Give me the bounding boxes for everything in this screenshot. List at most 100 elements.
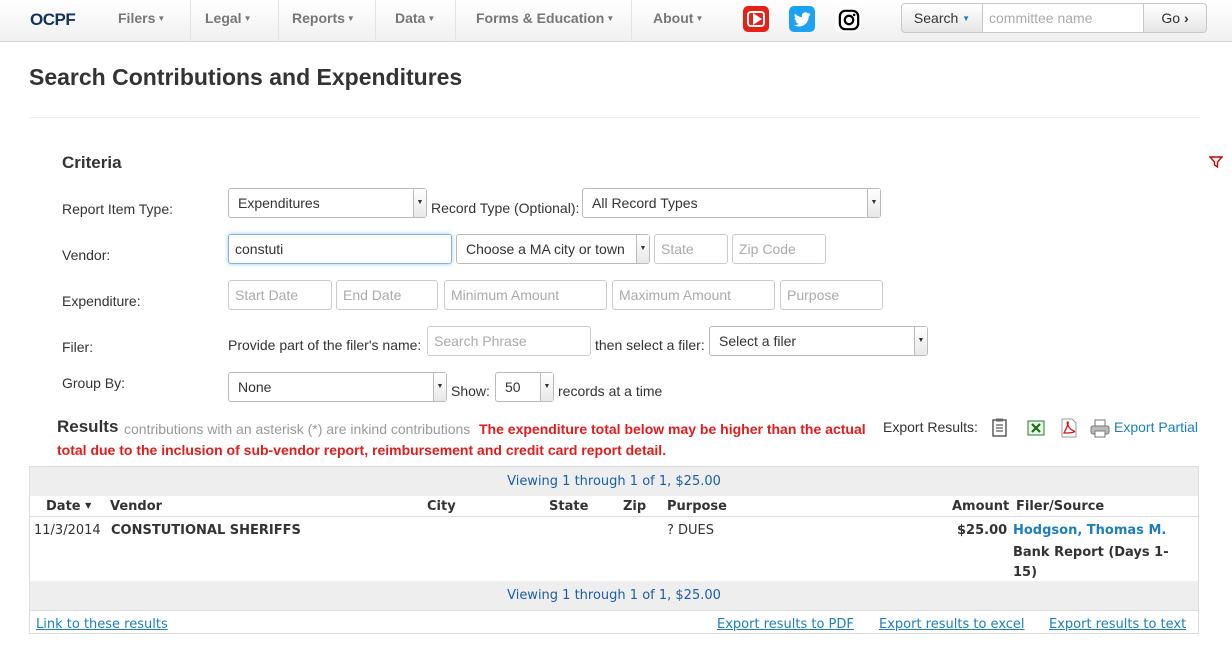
column-header-city[interactable]: City bbox=[427, 499, 456, 514]
search-type-label: Search bbox=[913, 10, 959, 26]
state-input[interactable] bbox=[654, 234, 728, 264]
top-navbar: OCPF Filers ▼ Legal ▼ Reports ▼ Data ▼ Forms… bbox=[0, 0, 1232, 42]
nav-label: Reports bbox=[292, 10, 345, 26]
row-source: Bank Report (Days 1-15) bbox=[1013, 545, 1169, 580]
nav-forms-education[interactable]: Forms & Education ▼ bbox=[476, 0, 632, 42]
committee-search-input[interactable] bbox=[982, 3, 1144, 33]
zip-code-input[interactable] bbox=[732, 234, 826, 264]
export-partial-link[interactable]: Export Partial bbox=[1114, 419, 1198, 435]
records-per-page-select[interactable]: 50 ▼ bbox=[495, 372, 554, 402]
report-item-type-select[interactable]: Expenditures ▼ bbox=[228, 188, 427, 218]
purpose-input[interactable] bbox=[780, 280, 883, 310]
criteria-heading: Criteria bbox=[62, 153, 122, 172]
caret-down-icon: ▼ bbox=[606, 14, 615, 23]
end-date-input[interactable] bbox=[336, 280, 438, 310]
row-vendor: CONSTUTIONAL SHERIFFS bbox=[111, 523, 301, 538]
dropdown-arrow-icon: ▼ bbox=[433, 373, 446, 401]
filer-select[interactable]: Select a filer ▼ bbox=[709, 326, 928, 356]
caret-down-icon: ▼ bbox=[427, 14, 436, 23]
chevron-right-icon: › bbox=[1183, 10, 1189, 26]
export-results-label: Export Results: bbox=[883, 419, 978, 435]
column-header-amount[interactable]: Amount bbox=[952, 499, 1009, 514]
records-at-a-time-label: records at a time bbox=[558, 383, 663, 399]
column-label: Date bbox=[46, 499, 81, 514]
search-type-button[interactable]: Search ▼ bbox=[901, 3, 983, 33]
group-by-select[interactable]: None ▼ bbox=[228, 372, 447, 402]
nav-about[interactable]: About ▼ bbox=[653, 0, 722, 42]
select-value: Select a filer bbox=[719, 333, 797, 349]
report-item-type-label: Report Item Type: bbox=[62, 201, 174, 217]
twitter-icon[interactable] bbox=[789, 6, 815, 32]
column-header-date[interactable]: Date ▼ bbox=[46, 499, 91, 514]
minimum-amount-input[interactable] bbox=[444, 280, 607, 310]
export-text-icon[interactable] bbox=[991, 418, 1009, 438]
expenditure-label: Expenditure: bbox=[62, 293, 141, 309]
caret-down-icon: ▼ bbox=[695, 14, 704, 23]
select-value: None bbox=[238, 379, 272, 395]
instagram-icon[interactable] bbox=[835, 6, 861, 32]
link-to-results[interactable]: Link to these results bbox=[36, 617, 168, 632]
pager-summary-top: Viewing 1 through 1 of 1, $25.00 bbox=[30, 467, 1198, 496]
column-header-vendor[interactable]: Vendor bbox=[110, 499, 162, 514]
ocpf-logo[interactable]: OCPF bbox=[30, 10, 76, 30]
caret-down-icon: ▼ bbox=[157, 14, 166, 23]
row-amount: $25.00 bbox=[957, 523, 1008, 538]
select-value: Expenditures bbox=[238, 195, 320, 211]
export-excel-link[interactable]: Export results to excel bbox=[879, 617, 1025, 632]
nav-legal[interactable]: Legal ▼ bbox=[205, 0, 279, 42]
expenditure-warning: The expenditure total below may be highe… bbox=[57, 421, 866, 458]
go-label: Go bbox=[1161, 10, 1181, 26]
select-value: All Record Types bbox=[592, 195, 698, 211]
nav-reports[interactable]: Reports ▼ bbox=[292, 0, 376, 42]
divider bbox=[29, 117, 1199, 118]
vendor-label: Vendor: bbox=[62, 247, 111, 263]
then-select-label: then select a filer: bbox=[595, 337, 705, 353]
row-date: 11/3/2014 bbox=[34, 523, 101, 538]
nav-filers[interactable]: Filers ▼ bbox=[118, 0, 191, 42]
dropdown-arrow-icon: ▼ bbox=[636, 235, 649, 263]
filter-icon[interactable] bbox=[1209, 155, 1223, 169]
column-header-zip[interactable]: Zip bbox=[623, 499, 646, 514]
export-excel-icon[interactable] bbox=[1027, 418, 1045, 438]
select-value: 50 bbox=[505, 379, 521, 395]
nav-data[interactable]: Data ▼ bbox=[395, 0, 456, 42]
city-select[interactable]: Choose a MA city or town ▼ bbox=[456, 234, 650, 264]
column-header-filer-source[interactable]: Filer/Source bbox=[1016, 499, 1104, 514]
results-footer: Link to these results Export results to … bbox=[30, 610, 1198, 634]
filer-prompt: Provide part of the filer's name: bbox=[228, 337, 422, 353]
row-filer-link[interactable]: Hodgson, Thomas M. bbox=[1013, 523, 1166, 538]
nav-label: Filers bbox=[118, 10, 156, 26]
nav-label: Legal bbox=[205, 10, 242, 26]
caret-down-icon: ▼ bbox=[243, 14, 252, 23]
dropdown-arrow-icon: ▼ bbox=[413, 189, 426, 217]
maximum-amount-input[interactable] bbox=[612, 280, 775, 310]
select-value: Choose a MA city or town bbox=[466, 241, 625, 257]
printer-icon[interactable] bbox=[1090, 418, 1110, 438]
go-button[interactable]: Go › bbox=[1143, 3, 1207, 33]
show-label: Show: bbox=[451, 383, 490, 399]
sort-desc-icon: ▼ bbox=[85, 501, 92, 510]
pager-summary-bottom: Viewing 1 through 1 of 1, $25.00 bbox=[30, 581, 1198, 610]
record-type-select[interactable]: All Record Types ▼ bbox=[582, 188, 881, 218]
filer-search-input[interactable] bbox=[427, 326, 591, 356]
youtube-icon[interactable] bbox=[743, 6, 769, 32]
page-title: Search Contributions and Expenditures bbox=[29, 64, 463, 90]
column-header-state[interactable]: State bbox=[549, 499, 588, 514]
caret-down-icon: ▼ bbox=[346, 14, 355, 23]
caret-down-icon: ▼ bbox=[962, 14, 971, 23]
vendor-input[interactable] bbox=[228, 234, 452, 264]
export-pdf-icon[interactable] bbox=[1060, 418, 1078, 438]
export-pdf-link[interactable]: Export results to PDF bbox=[717, 617, 854, 632]
row-purpose: ? DUES bbox=[667, 523, 715, 538]
nav-label: Forms & Education bbox=[476, 10, 605, 26]
record-type-label: Record Type (Optional): bbox=[431, 200, 580, 216]
start-date-input[interactable] bbox=[228, 280, 332, 310]
column-header-purpose[interactable]: Purpose bbox=[667, 499, 727, 514]
filer-label: Filer: bbox=[62, 339, 94, 355]
dropdown-arrow-icon: ▼ bbox=[914, 327, 927, 355]
export-text-link[interactable]: Export results to text bbox=[1049, 617, 1186, 632]
group-by-label: Group By: bbox=[62, 375, 126, 391]
nav-label: Data bbox=[395, 10, 426, 26]
dropdown-arrow-icon: ▼ bbox=[867, 189, 880, 217]
dropdown-arrow-icon: ▼ bbox=[540, 373, 553, 401]
